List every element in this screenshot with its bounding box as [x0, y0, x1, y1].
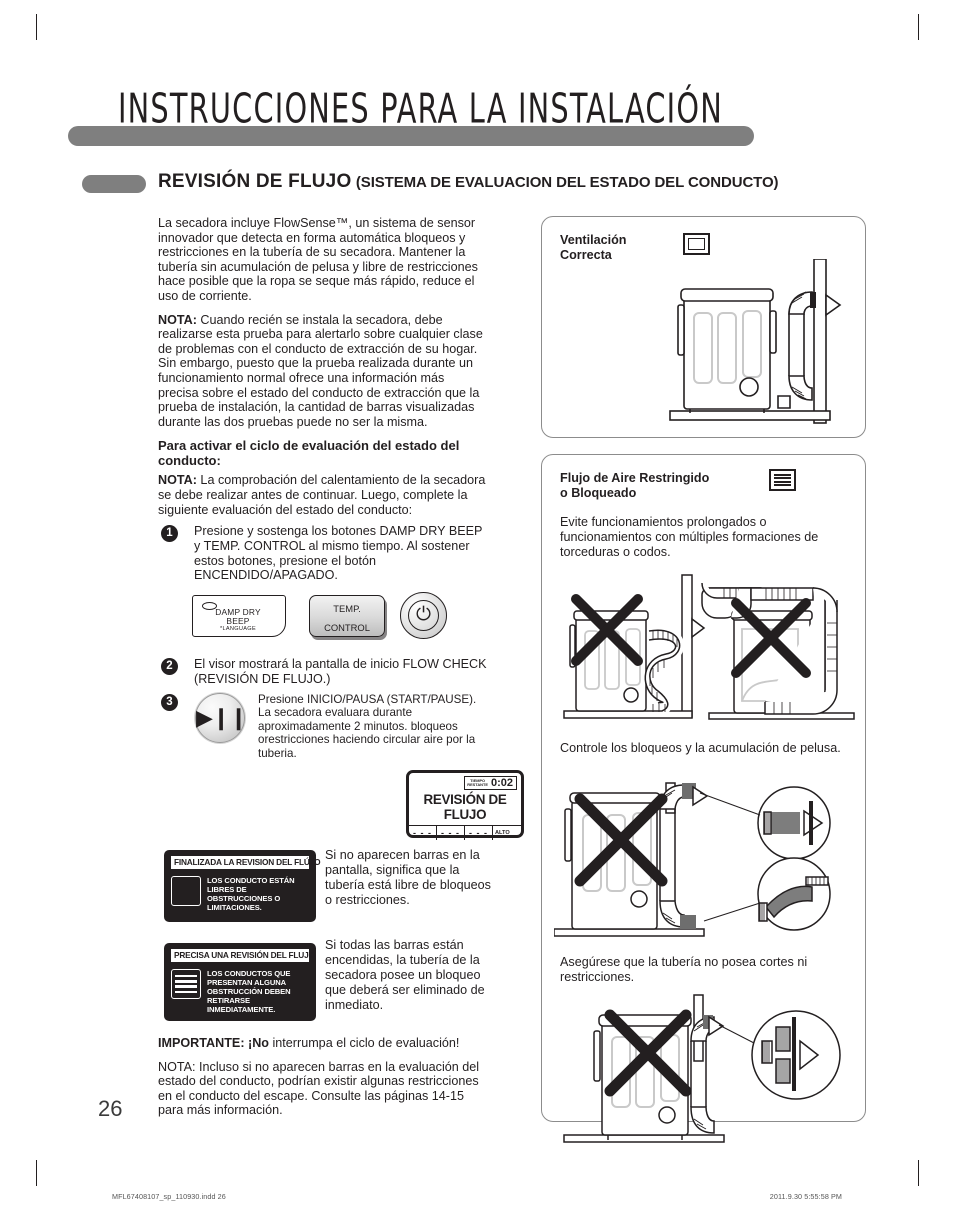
flow-check-complete-caption: FINALIZADA LA REVISION DEL FLÚJO — [171, 856, 321, 869]
full-bar-indicator-icon — [769, 469, 796, 491]
lcd-title: REVISIÓN DE FLUJO — [423, 792, 507, 822]
power-button[interactable]: ⏻ — [400, 592, 447, 640]
important-text: interrumpa el ciclo de evaluación! — [269, 1036, 460, 1050]
important-label: IMPORTANTE: — [158, 1036, 245, 1050]
remaining-time-value: 0:02 — [490, 777, 513, 789]
lcd-level-label: ALTO — [495, 830, 510, 836]
important-bold-no: ¡No — [244, 1036, 269, 1050]
note-1-label: NOTA: — [158, 312, 197, 327]
lcd-bar-cell-2: - - - — [437, 826, 465, 840]
footer-timestamp: 2011.9.30 5:55:58 PM — [769, 1192, 842, 1201]
damp-dry-beep-button[interactable]: DAMP DRY BEEP *LANGUAGE — [192, 595, 286, 638]
closing-paragraphs: IMPORTANTE: ¡No interrumpa el ciclo de e… — [158, 1036, 488, 1127]
final-note-paragraph: NOTA: Incluso si no aparecen barras en l… — [158, 1059, 480, 1118]
page-number: 26 — [98, 1096, 123, 1121]
correct-ventilation-title-line-1: Ventilación — [560, 233, 627, 247]
power-icon: ⏻ — [415, 604, 432, 626]
flow-check-complete-box: FINALIZADA LA REVISION DEL FLÚJO LOS CON… — [164, 850, 321, 922]
full-bar-indicator-icon — [171, 969, 201, 999]
header-rule — [68, 126, 754, 146]
flow-check-needed-body: LOS CONDUCTOS QUE PRESENTAN ALGUNA OBSTR… — [171, 969, 309, 1014]
empty-bar-indicator-icon — [171, 876, 201, 906]
temp-control-line-2: CONTROL — [324, 621, 370, 633]
cuts-caption: Asegúrese que la tubería no posea cortes… — [560, 955, 808, 984]
flow-check-complete-body: LOS CONDUCTO ESTÁN LIBRES DE OBSTRUCCION… — [171, 876, 309, 912]
flow-check-needed-caption: PRECISA UNA REVISIÓN DEL FLUJO — [171, 949, 315, 962]
intro-paragraph: La secadora incluye FlowSense™, un siste… — [158, 216, 478, 303]
blocked-airflow-title: Flujo de Aire Restringido o Bloqueado — [560, 471, 709, 501]
damp-dry-beep-label: DAMP DRY BEEP *LANGUAGE — [193, 608, 283, 634]
correct-ventilation-panel: Ventilación Correcta — [541, 216, 866, 438]
lcd-bar-cell-1: - - - — [409, 826, 437, 840]
blocked-airflow-intro: Evite funcionamientos prolongados o func… — [560, 515, 819, 559]
control-buttons-row: DAMP DRY BEEP *LANGUAGE TEMP. CONTROL ⏻ — [192, 592, 488, 651]
right-column: Ventilación Correcta Flujo de Aire Restr… — [541, 216, 866, 1143]
step-3-number: 3 — [161, 693, 178, 711]
section-subtitle: (SISTEMA DE EVALUACION DEL ESTADO DEL CO… — [355, 174, 779, 191]
note-2-text: La comprobación del calentamiento de la … — [158, 473, 486, 517]
flow-check-needed-description: Si todas las barras están encendidas, la… — [325, 938, 485, 1012]
step-2: 2 El visor mostrará la pantalla de inici… — [158, 657, 488, 687]
left-column: La secadora incluye FlowSense™, un siste… — [158, 216, 488, 797]
flow-check-complete-description: Si no aparecen barras en la pantalla, si… — [325, 848, 491, 907]
note-2-label: NOTA: — [158, 473, 197, 488]
lcd-display: TIEMPO RESTANTE 0:02 REVISIÓN DE FLUJO -… — [406, 770, 524, 840]
blocked-airflow-panel: Flujo de Aire Restringido o Bloqueado Ev… — [541, 454, 866, 1143]
step-2-number: 2 — [161, 658, 178, 676]
step-1-text: Presione y sostenga los botones DAMP DRY… — [194, 524, 483, 583]
section-heading: REVISIÓN DE FLUJO (SISTEMA DE EVALUACION… — [158, 171, 779, 193]
flow-check-needed-text: LOS CONDUCTOS QUE PRESENTAN ALGUNA OBSTR… — [207, 969, 291, 1014]
blocked-airflow-title-line-2: o Bloqueado — [560, 486, 637, 500]
step-1-number: 1 — [161, 525, 178, 543]
crop-mark-top-right — [918, 14, 919, 40]
lcd-top-row: TIEMPO RESTANTE 0:02 — [409, 773, 521, 792]
lint-caption: Controle los bloqueos y la acumulación d… — [560, 741, 841, 755]
temp-control-line-1: TEMP. — [333, 603, 361, 615]
step-2-text: El visor mostrará la pantalla de inicio … — [194, 657, 487, 687]
blocked-airflow-title-line-1: Flujo de Aire Restringido — [560, 471, 710, 485]
lcd-bar-row: - - - - - - - - - ALTO — [409, 825, 521, 840]
temp-control-button[interactable]: TEMP. CONTROL — [309, 595, 385, 638]
step-1: 1 Presione y sostenga los botones DAMP D… — [158, 524, 488, 583]
section-title: REVISIÓN DE FLUJO — [158, 171, 352, 192]
remaining-time-label: TIEMPO RESTANTE — [465, 778, 489, 788]
flow-check-needed-box: PRECISA UNA REVISIÓN DEL FLUJO LOS CONDU… — [164, 943, 316, 1021]
play-pause-icon: ▶❙❙ — [196, 704, 248, 730]
lcd-bar-cell-3: - - - — [465, 826, 493, 840]
damp-dry-line-3: *LANGUAGE — [220, 626, 256, 633]
flow-check-complete-text: LOS CONDUCTO ESTÁN LIBRES DE OBSTRUCCION… — [207, 876, 295, 912]
section-bullet-pill — [82, 175, 146, 193]
step-3-text: Presione INICIO/PAUSA (START/PAUSE). La … — [258, 692, 477, 760]
remaining-time-box: TIEMPO RESTANTE 0:02 — [464, 776, 517, 790]
note-1-paragraph: NOTA: Cuando recién se instala la secado… — [158, 313, 488, 430]
crop-mark-bottom-left — [36, 1160, 37, 1186]
damp-dry-line-2: BEEP — [226, 615, 250, 626]
remaining-time-label-line-2: RESTANTE — [467, 782, 488, 787]
crop-mark-bottom-right — [918, 1160, 919, 1186]
note-2-paragraph: NOTA: La comprobación del calentamiento … — [158, 473, 488, 517]
start-pause-button[interactable]: ▶❙❙ — [195, 692, 248, 743]
note-1-text: Cuando recién se instala la secadora, de… — [158, 312, 483, 429]
empty-bar-indicator-icon — [683, 233, 710, 255]
footer-file-info: MFL67408107_sp_110930.indd 26 — [112, 1192, 226, 1201]
important-paragraph: IMPORTANTE: ¡No interrumpa el ciclo de e… — [158, 1036, 488, 1051]
activate-cycle-subheading: Para activar el ciclo de evaluación del … — [158, 438, 460, 469]
crop-mark-top-left — [36, 14, 37, 40]
